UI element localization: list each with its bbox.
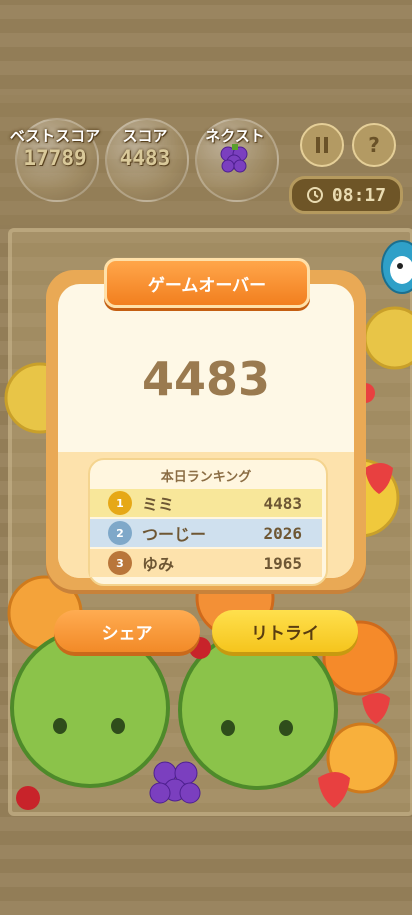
ranking-name: ゆみ bbox=[142, 555, 175, 574]
share-button[interactable]: シェア bbox=[54, 610, 200, 652]
game-over-title: ゲームオーバー bbox=[104, 258, 310, 308]
ranking-score: 4483 bbox=[263, 493, 302, 513]
ranking-score: 1965 bbox=[263, 553, 302, 573]
ranking-title: 本日ランキング bbox=[160, 470, 252, 485]
help-button[interactable]: ? bbox=[352, 123, 396, 167]
clock-icon bbox=[306, 187, 323, 203]
ranking-row: 3 ゆみ 1965 bbox=[90, 549, 322, 577]
help-label: ? bbox=[368, 133, 380, 157]
retry-button[interactable]: リトライ bbox=[212, 610, 358, 652]
pause-icon bbox=[316, 137, 328, 153]
ranking-row: 2 つーじー 2026 bbox=[90, 519, 322, 547]
final-score: 4483 bbox=[141, 352, 271, 406]
silver-crown-icon: 2 bbox=[108, 521, 132, 545]
next-grape-icon bbox=[220, 144, 248, 173]
timer-value: 08:17 bbox=[331, 184, 387, 206]
ranking-row: 1 ミミ 4483 bbox=[90, 489, 322, 517]
pause-button[interactable] bbox=[300, 123, 344, 167]
score-value: 4483 bbox=[119, 146, 171, 170]
ranking-name: つーじー bbox=[142, 525, 207, 544]
timer: 08:17 bbox=[289, 176, 403, 214]
character-mascot bbox=[381, 240, 412, 294]
bronze-crown-icon: 3 bbox=[108, 551, 132, 575]
gold-crown-icon: 1 bbox=[108, 491, 132, 515]
ranking-name: ミミ bbox=[142, 495, 175, 514]
ranking-score: 2026 bbox=[263, 523, 302, 543]
